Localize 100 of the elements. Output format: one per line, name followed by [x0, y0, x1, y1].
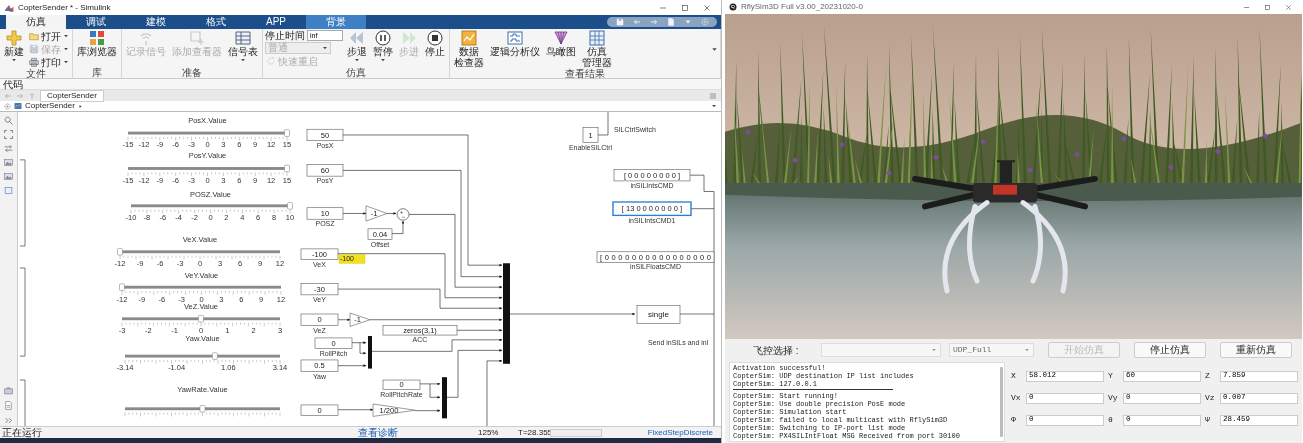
sim-button[interactable]: 重新仿真 [1220, 342, 1292, 358]
caret-icon[interactable] [711, 103, 717, 109]
grid-icon [589, 30, 605, 46]
area-bracket [19, 379, 26, 426]
caret-icon [63, 33, 69, 39]
step-forward-icon [401, 30, 417, 46]
sum-block[interactable] [396, 208, 410, 221]
ribbon-button[interactable]: 暂停 [371, 30, 395, 63]
scrollbar[interactable] [1000, 367, 1003, 437]
ribbon-button[interactable]: 鸟瞰图 [544, 30, 578, 57]
slider-thumb[interactable] [198, 315, 204, 323]
quick-access-toolbar[interactable] [607, 17, 717, 27]
zoom-icon[interactable] [4, 116, 13, 125]
save-icon [29, 44, 39, 54]
forward-icon[interactable] [16, 91, 24, 100]
slider-thumb[interactable] [287, 202, 293, 210]
ribbon-button[interactable]: 信号表 [226, 30, 260, 63]
arrows-icon[interactable] [4, 144, 13, 153]
slider-track[interactable] [122, 315, 280, 323]
field-label: Φ [1011, 414, 1017, 426]
diagnostics-link[interactable]: 查看诊断 [358, 427, 478, 438]
printer-icon [29, 57, 39, 67]
save-icon[interactable] [615, 18, 624, 26]
ribbon-button[interactable]: 停止 [423, 30, 447, 57]
group-label: 文件 [26, 68, 46, 79]
maximize-icon[interactable] [681, 3, 689, 12]
menu-icon[interactable] [709, 91, 717, 100]
slider-thumb[interactable] [284, 164, 290, 173]
group-label: 库 [92, 67, 102, 78]
ribbon-tab[interactable]: 仿真 [6, 15, 66, 29]
step-back-icon [349, 30, 365, 46]
close-icon[interactable] [1285, 3, 1292, 11]
target-icon[interactable] [4, 102, 11, 110]
field-label: Y [1108, 370, 1114, 382]
maximize-icon[interactable] [1264, 3, 1271, 11]
chevron-icon[interactable] [4, 416, 13, 425]
field-label: Z [1205, 370, 1211, 382]
slider-track[interactable] [128, 164, 290, 173]
ribbon-button[interactable]: 数据 检查器 [452, 30, 486, 68]
code-bar-label: 代码 [0, 79, 721, 90]
slider-thumb[interactable] [117, 248, 123, 256]
slider-thumb[interactable] [284, 129, 290, 137]
ribbon-button[interactable]: 步退 [345, 30, 369, 63]
slider-thumb[interactable] [199, 405, 206, 413]
signal-line [597, 112, 609, 136]
back-icon[interactable] [4, 91, 12, 100]
field-label: 飞控选择 : [753, 343, 800, 358]
ribbon-button[interactable]: 仿真 管理器 [580, 30, 614, 68]
ribbon-tab[interactable]: 背景 [306, 15, 366, 29]
breadcrumb[interactable]: CopterSender [25, 101, 75, 111]
field-label: Ψ [1205, 414, 1211, 426]
model-icon [14, 102, 22, 110]
caret-icon [11, 57, 17, 63]
slider-track[interactable] [125, 405, 280, 413]
slider-track[interactable] [131, 202, 293, 210]
slider-track[interactable] [117, 248, 280, 256]
slider-thumb[interactable] [119, 283, 125, 291]
field-label: 停止时间 [265, 30, 305, 41]
ribbon-button[interactable]: 打开 [28, 30, 70, 42]
solver-link[interactable]: FixedStepDiscrete [647, 426, 713, 439]
window-title: RflySim3D Full v3.00_20231020-0 [741, 1, 864, 13]
ribbon-button[interactable]: 新建 [2, 30, 26, 63]
camera-icon[interactable] [4, 386, 13, 395]
caret-icon [354, 57, 360, 63]
image-icon[interactable] [4, 172, 13, 181]
fan-icon [553, 30, 569, 46]
ribbon-button[interactable]: 库浏览器 [75, 30, 119, 57]
slider-track[interactable] [125, 352, 280, 360]
ribbon-tab[interactable]: 建模 [126, 15, 186, 29]
ribbon-tab[interactable]: 调试 [66, 15, 126, 29]
document-icon[interactable] [4, 401, 13, 410]
restart-icon [266, 56, 276, 66]
ribbon-tab[interactable]: APP [246, 15, 306, 29]
mux-block[interactable] [442, 377, 447, 419]
caret-icon [1024, 347, 1030, 353]
sim-button[interactable]: 停止仿真 [1134, 342, 1206, 358]
ribbon-button[interactable]: 打印 [28, 56, 70, 68]
field-label: Vy [1108, 392, 1119, 404]
slider-track[interactable] [128, 129, 290, 137]
help-icon[interactable] [700, 18, 709, 26]
mux-block[interactable] [368, 336, 372, 369]
rectangle-icon[interactable] [4, 186, 13, 195]
status-text: 正在运行 [2, 427, 43, 438]
field-label: θ [1108, 414, 1114, 426]
undo-icon[interactable] [632, 18, 641, 26]
caret-icon [240, 57, 246, 63]
redo-icon[interactable] [649, 18, 658, 26]
caret-icon[interactable] [711, 45, 718, 53]
window-title: CopterSender * - Simulink [18, 1, 112, 14]
fit-view-icon[interactable] [4, 130, 13, 139]
close-icon[interactable] [703, 3, 711, 12]
ribbon-button[interactable]: 逻辑分析仪 [488, 30, 542, 57]
image-icon[interactable] [4, 158, 13, 167]
slider-track[interactable] [119, 283, 281, 291]
folder-icon [29, 31, 39, 41]
up-icon[interactable] [28, 91, 36, 100]
ribbon-tab[interactable]: 格式 [186, 15, 246, 29]
caret-icon [322, 45, 328, 51]
slider-thumb[interactable] [212, 352, 218, 360]
group-label: 仿真 [346, 67, 366, 78]
